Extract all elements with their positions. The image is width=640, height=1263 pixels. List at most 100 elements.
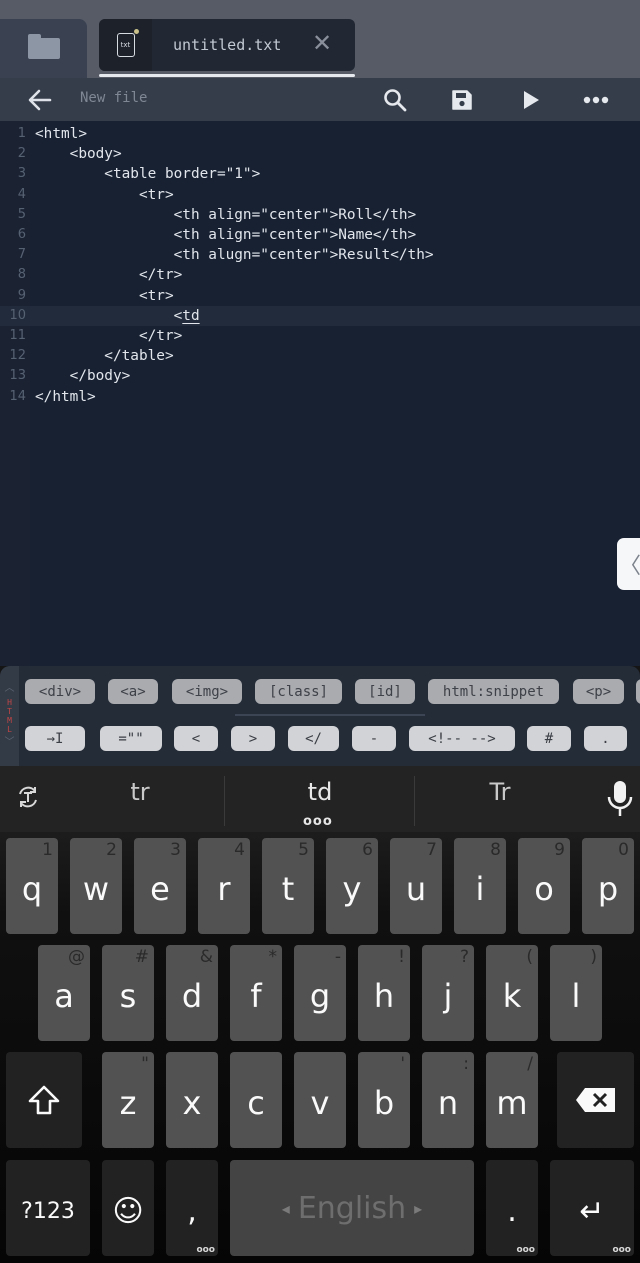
key-label: q [21, 870, 43, 908]
shift-key[interactable] [6, 1052, 82, 1148]
key-p[interactable]: p0 [582, 838, 634, 934]
symbol-chip[interactable]: </ [288, 726, 339, 751]
snippet-chip[interactable]: [class] [255, 679, 342, 704]
file-explorer-button[interactable] [0, 19, 87, 78]
key-hint: 9 [554, 840, 565, 860]
code-line[interactable]: 2 <body> [0, 144, 640, 164]
tab-untitled[interactable]: txt untitled.txt ✕ [99, 19, 355, 71]
key-hint: ) [590, 947, 597, 967]
language-label: HTML [7, 698, 12, 734]
long-press-indicator: ooo [196, 1245, 215, 1255]
microphone-icon[interactable] [607, 780, 633, 818]
key-g[interactable]: g- [294, 945, 346, 1041]
symbol-chip[interactable]: < [174, 726, 218, 751]
suggestion-divider [414, 776, 415, 826]
key-z[interactable]: z " [102, 1052, 154, 1148]
key-label: i [475, 870, 485, 908]
long-press-indicator: ooo [612, 1245, 631, 1255]
suggestion-1[interactable]: tr [100, 778, 180, 806]
key-n[interactable]: n: [422, 1052, 474, 1148]
key-u[interactable]: u7 [390, 838, 442, 934]
key-label: u [405, 870, 427, 908]
code-line[interactable]: 9 <tr> [0, 286, 640, 306]
snippet-chip[interactable]: <div> [25, 679, 95, 704]
key-h[interactable]: h! [358, 945, 410, 1041]
key-m[interactable]: m / [486, 1052, 538, 1148]
code-line[interactable]: 3 <table border="1"> [0, 164, 640, 184]
save-button[interactable] [442, 78, 482, 121]
snippet-scrollbar[interactable] [235, 714, 425, 716]
key-j[interactable]: j? [422, 945, 474, 1041]
symbol-chip[interactable]: # [527, 726, 571, 751]
code-line[interactable]: 13 </body> [0, 366, 640, 386]
close-icon[interactable]: ✕ [311, 31, 333, 55]
key-f[interactable]: f * [230, 945, 282, 1041]
symbols-key[interactable]: ?123 [6, 1160, 90, 1256]
code-line[interactable]: 1 <html> [0, 124, 640, 144]
key-label: o [534, 870, 554, 908]
backspace-key[interactable] [557, 1052, 634, 1148]
search-button[interactable] [375, 78, 415, 121]
key-y[interactable]: y6 [326, 838, 378, 934]
suggestion-3[interactable]: Tr [460, 778, 540, 806]
key-c[interactable]: c [230, 1052, 282, 1148]
comma-key[interactable]: , ooo [166, 1160, 218, 1256]
code-editor[interactable]: 1 <html> 2 <body> 3 <table border="1"> 4 <tr… [0, 121, 640, 666]
code-line[interactable]: 4 <tr> [0, 185, 640, 205]
side-panel-handle[interactable]: 〈 [617, 538, 640, 590]
symbol-chip[interactable]: →I [25, 726, 85, 751]
code-line[interactable]: 5 <th align="center">Roll</th> [0, 205, 640, 225]
code-line[interactable]: 12 </table> [0, 346, 640, 366]
emoji-key[interactable]: ☺ [102, 1160, 154, 1256]
key-r[interactable]: r4 [198, 838, 250, 934]
snippet-chip[interactable]: [id] [355, 679, 415, 704]
save-icon [452, 89, 472, 110]
period-key[interactable]: . ooo [486, 1160, 538, 1256]
chevron-left-icon: 〈 [618, 554, 640, 579]
key-x[interactable]: x [166, 1052, 218, 1148]
key-t[interactable]: t5 [262, 838, 314, 934]
code-line[interactable]: 11 </tr> [0, 326, 640, 346]
key-label: m [496, 1084, 528, 1122]
key-v[interactable]: v [294, 1052, 346, 1148]
key-k[interactable]: k( [486, 945, 538, 1041]
more-options-button[interactable] [576, 78, 616, 121]
code-line[interactable]: 10 <td [0, 305, 640, 326]
key-b[interactable]: b ' [358, 1052, 410, 1148]
line-number: 4 [17, 186, 26, 202]
key-e[interactable]: e3 [134, 838, 186, 934]
code-line[interactable]: 8 </tr> [0, 265, 640, 285]
symbol-chip[interactable]: - [352, 726, 396, 751]
language-prev-icon: ◂ [281, 1198, 290, 1218]
key-w[interactable]: w2 [70, 838, 122, 934]
symbol-chip[interactable]: > [231, 726, 275, 751]
key-l[interactable]: l) [550, 945, 602, 1041]
language-switcher[interactable]: ︿ HTML ﹀ [0, 666, 19, 766]
snippet-chip-overflow[interactable] [636, 679, 640, 704]
symbol-chip[interactable]: ="" [100, 726, 162, 751]
key-o[interactable]: o9 [518, 838, 570, 934]
snippet-chip[interactable]: html:snippet [428, 679, 559, 704]
key-hint: / [527, 1054, 533, 1074]
key-a[interactable]: a @ [38, 945, 90, 1041]
run-button[interactable] [511, 78, 551, 121]
key-hint: 4 [234, 840, 245, 860]
line-code: <th alugn="center">Result</th> [35, 247, 434, 264]
code-line[interactable]: 14 </html> [0, 387, 640, 407]
snippet-chip[interactable]: <img> [172, 679, 242, 704]
suggestion-2[interactable]: td [280, 778, 360, 806]
code-line[interactable]: 6 <th align="center">Name</th> [0, 225, 640, 245]
key-d[interactable]: d & [166, 945, 218, 1041]
symbol-chip[interactable]: <!-- --> [409, 726, 515, 751]
snippet-chip[interactable]: <a> [108, 679, 158, 704]
code-line[interactable]: 7 <th alugn="center">Result</th> [0, 245, 640, 265]
key-i[interactable]: i8 [454, 838, 506, 934]
back-button[interactable] [20, 78, 60, 121]
key-q[interactable]: q1 [6, 838, 58, 934]
key-s[interactable]: s # [102, 945, 154, 1041]
space-key[interactable]: ◂ English ▸ [230, 1160, 474, 1256]
symbol-chip[interactable]: . [584, 726, 627, 751]
snippet-chip[interactable]: <p> [573, 679, 624, 704]
enter-key[interactable]: ↵ ooo [550, 1160, 634, 1256]
text-toggle-icon[interactable] [16, 785, 40, 809]
